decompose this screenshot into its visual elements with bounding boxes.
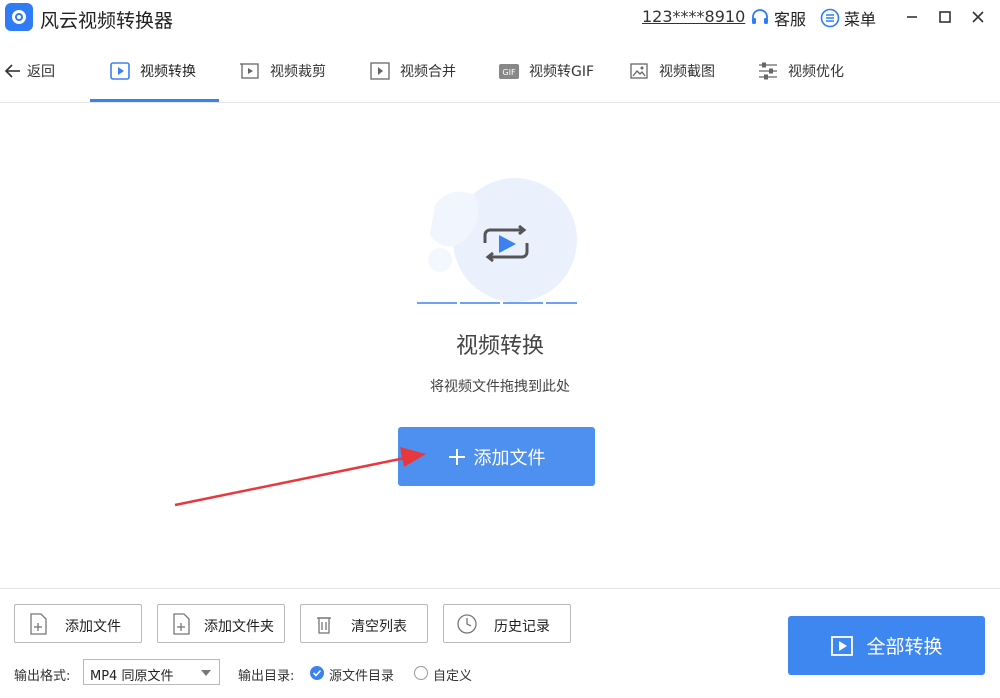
convert-all-label: 全部转换 — [866, 636, 943, 658]
trash-icon — [317, 617, 331, 634]
video-merge-icon — [370, 62, 390, 80]
bottom-divider — [0, 588, 1000, 589]
radio-source-dir-label: 源文件目录 — [329, 669, 395, 684]
active-tab-indicator — [90, 99, 219, 102]
customer-service-label: 客服 — [774, 10, 807, 29]
add-folder-label: 添加文件夹 — [204, 619, 274, 635]
menu-button[interactable]: 菜单 — [820, 6, 876, 30]
output-dir-label: 输出目录: — [238, 669, 295, 684]
minimize-icon — [907, 16, 917, 18]
tab-label: 视频转换 — [140, 64, 196, 80]
maximize-icon — [939, 11, 951, 23]
add-folder-button[interactable]: 添加文件夹 — [157, 604, 285, 643]
optimize-icon — [759, 62, 777, 80]
plus-icon — [448, 448, 465, 465]
play-icon — [831, 635, 854, 656]
app-logo-icon — [5, 3, 33, 31]
radio-custom-dir[interactable] — [414, 666, 428, 680]
menu-icon — [820, 8, 840, 28]
menu-label: 菜单 — [844, 10, 877, 29]
clear-list-button[interactable]: 清空列表 — [300, 604, 428, 643]
screenshot-icon — [630, 63, 648, 79]
add-folder-icon — [173, 613, 190, 635]
close-icon — [972, 11, 984, 23]
tab-label: 视频优化 — [788, 64, 844, 80]
radio-custom-dir-label: 自定义 — [433, 669, 473, 684]
app-title: 风云视频转换器 — [40, 10, 174, 32]
tab-video-optimize[interactable]: 视频优化 — [756, 40, 844, 102]
customer-service-button[interactable]: 客服 — [750, 6, 806, 30]
drop-zone-title: 视频转换 — [455, 334, 544, 359]
tab-video-crop[interactable]: 视频裁剪 — [238, 40, 326, 102]
output-format-select[interactable]: MP4 同原文件 — [83, 659, 220, 685]
tab-label: 视频转GIF — [529, 64, 595, 80]
video-crop-icon — [240, 63, 259, 79]
back-label: 返回 — [27, 64, 55, 80]
clock-icon — [457, 614, 477, 634]
gif-icon: GIF — [499, 64, 519, 79]
history-label: 历史记录 — [494, 619, 550, 635]
back-button[interactable]: 返回 — [4, 61, 55, 81]
tab-label: 视频裁剪 — [270, 64, 326, 80]
account-link[interactable]: 123****8910 — [642, 7, 745, 26]
drop-zone-illustration — [417, 178, 577, 304]
tab-video-screenshot[interactable]: 视频截图 — [627, 40, 715, 102]
add-file-label: 添加文件 — [65, 619, 121, 635]
tab-label: 视频截图 — [659, 64, 715, 80]
tab-label: 视频合并 — [400, 64, 456, 80]
close-button[interactable] — [967, 6, 989, 28]
check-icon — [312, 669, 322, 677]
headset-icon — [752, 9, 768, 24]
video-convert-icon — [110, 62, 130, 80]
drop-zone-hint: 将视频文件拖拽到此处 — [430, 379, 570, 395]
tab-video-merge[interactable]: 视频合并 — [368, 40, 456, 102]
add-file-main-label: 添加文件 — [473, 447, 546, 469]
output-format-value: MP4 同原文件 — [90, 669, 174, 684]
output-format-label: 输出格式: — [14, 669, 71, 684]
add-file-icon — [30, 613, 47, 635]
tab-video-gif[interactable]: GIF 视频转GIF — [497, 40, 594, 102]
title-bar: 风云视频转换器 123****8910 客服 菜单 — [0, 0, 1000, 36]
clear-list-label: 清空列表 — [351, 619, 407, 635]
tab-video-convert[interactable]: 视频转换 — [108, 40, 196, 102]
convert-all-button[interactable]: 全部转换 — [788, 616, 985, 675]
tab-bar: 返回 视频转换 视频裁剪 视频合并 GIF 视频转GIF 视频截图 视频优化 — [0, 40, 1000, 103]
maximize-button[interactable] — [934, 6, 956, 28]
add-file-button[interactable]: 添加文件 — [14, 604, 142, 643]
svg-text:GIF: GIF — [502, 68, 516, 77]
arrow-left-icon — [4, 64, 20, 78]
radio-source-dir[interactable] — [310, 666, 324, 680]
chevron-down-icon — [201, 670, 211, 676]
history-button[interactable]: 历史记录 — [443, 604, 571, 643]
minimize-button[interactable] — [901, 6, 923, 28]
add-file-main-button[interactable]: 添加文件 — [398, 427, 595, 486]
